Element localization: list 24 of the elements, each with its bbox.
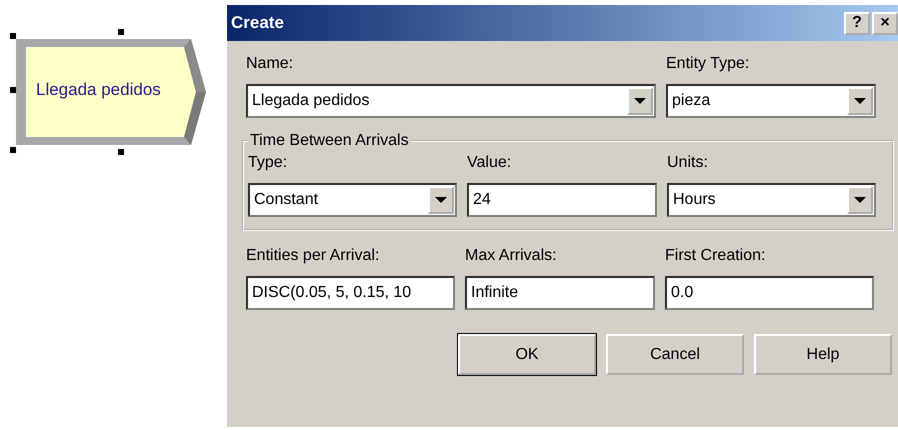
dialog-button[interactable]: Cancel xyxy=(606,334,744,375)
field-label: Type: xyxy=(248,154,288,173)
field-label: Name: xyxy=(246,55,294,74)
field-label: Max Arrivals: xyxy=(465,247,558,266)
field-label: Entities per Arrival: xyxy=(246,247,380,266)
close-button[interactable]: × xyxy=(872,12,898,34)
dropdown-field[interactable]: Llegada pedidos xyxy=(246,84,656,118)
dropdown-field[interactable]: pieza xyxy=(666,84,876,118)
field-label: Entity Type: xyxy=(666,55,750,74)
field-label: Value: xyxy=(467,154,512,173)
group-title: Time Between Arrivals xyxy=(249,132,410,150)
dropdown-field[interactable]: Hours xyxy=(667,183,876,217)
module-label: Llegada pedidos xyxy=(36,80,161,100)
window-title: Create xyxy=(231,13,284,33)
dialog-button[interactable]: Help xyxy=(754,334,892,375)
help-button[interactable]: ? xyxy=(844,12,870,34)
input-field[interactable]: Infinite xyxy=(465,276,655,310)
input-field[interactable]: 24 xyxy=(467,183,657,217)
input-field[interactable]: DISC(0.05, 5, 0.15, 10 xyxy=(246,276,455,310)
dropdown-field[interactable]: Constant xyxy=(248,183,457,217)
input-field[interactable]: 0.0 xyxy=(665,276,874,310)
dialog-button[interactable]: OK xyxy=(458,334,596,375)
field-label: Units: xyxy=(667,154,709,173)
field-label: First Creation: xyxy=(665,247,766,266)
